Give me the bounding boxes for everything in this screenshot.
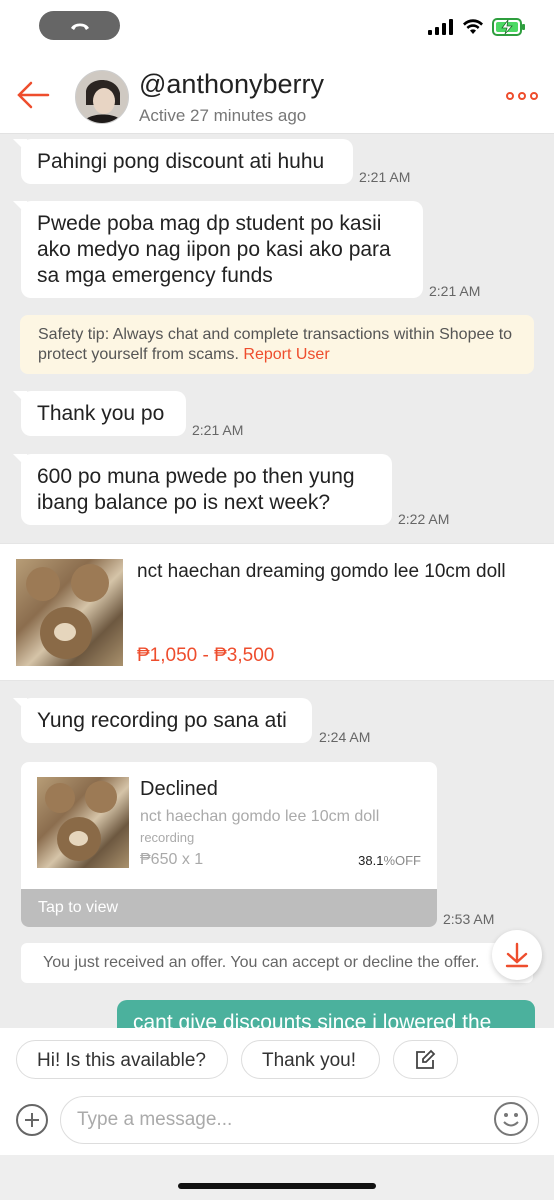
battery-charging-icon bbox=[492, 18, 525, 36]
edit-icon bbox=[416, 1049, 436, 1069]
product-image bbox=[16, 559, 123, 666]
safety-tip: Safety tip: Always chat and complete tra… bbox=[20, 315, 534, 374]
product-price: ₱1,050 - ₱3,500 bbox=[137, 645, 275, 666]
message-text: Pahingi pong discount ati huhu bbox=[37, 150, 325, 173]
status-icons bbox=[428, 18, 526, 36]
scroll-down-button[interactable] bbox=[492, 930, 542, 980]
back-arrow-icon bbox=[17, 81, 50, 109]
offer-card[interactable]: Declined nct haechan gomdo lee 10cm doll… bbox=[21, 762, 437, 927]
wifi-icon bbox=[463, 19, 483, 34]
message-text: Pwede poba mag dp student po kasii ako m… bbox=[37, 212, 391, 287]
offer-discount-suffix: %OFF bbox=[383, 853, 421, 868]
more-button[interactable] bbox=[506, 92, 538, 100]
offer-notice: You just received an offer. You can acce… bbox=[21, 943, 533, 983]
offer-product-name: nct haechan gomdo lee 10cm doll bbox=[140, 808, 380, 825]
emoji-face bbox=[503, 1113, 519, 1127]
quick-reply-thank-you[interactable]: Thank you! bbox=[241, 1040, 380, 1079]
quick-reply-available[interactable]: Hi! Is this available? bbox=[16, 1040, 228, 1079]
more-icon-dot bbox=[530, 92, 538, 100]
avatar-image bbox=[76, 71, 128, 123]
received-message[interactable]: Thank you po bbox=[13, 391, 186, 436]
call-indicator[interactable] bbox=[39, 11, 120, 40]
quick-replies-bar: Hi! Is this available? Thank you! bbox=[0, 1028, 554, 1090]
offer-discount-value: 38.1 bbox=[358, 853, 384, 868]
product-title: nct haechan dreaming gomdo lee 10cm doll bbox=[137, 561, 506, 582]
message-input-bar bbox=[0, 1090, 554, 1155]
received-message[interactable]: Pwede poba mag dp student po kasii ako m… bbox=[13, 201, 423, 298]
home-area bbox=[0, 1155, 554, 1200]
message-time: 2:22 AM bbox=[398, 511, 450, 527]
home-indicator[interactable] bbox=[178, 1183, 376, 1189]
edit-quick-replies-button[interactable] bbox=[393, 1040, 458, 1079]
plus-icon[interactable] bbox=[16, 1104, 48, 1136]
scroll-down-icon bbox=[505, 942, 529, 968]
message-input[interactable] bbox=[60, 1096, 539, 1144]
back-button[interactable] bbox=[16, 80, 50, 110]
message-time: 2:21 AM bbox=[359, 169, 411, 185]
emoji-icon[interactable] bbox=[494, 1102, 528, 1136]
message-text: 600 po muna pwede po then yung ibang bal… bbox=[37, 465, 355, 514]
message-text: Yung recording po sana ati bbox=[37, 709, 287, 732]
message-time: 2:21 AM bbox=[429, 283, 481, 299]
chat-header: @anthonyberry Active 27 minutes ago bbox=[0, 54, 554, 134]
avatar[interactable] bbox=[75, 70, 129, 124]
offer-variant: recording bbox=[140, 830, 195, 845]
more-icon-dot bbox=[518, 92, 526, 100]
received-message[interactable]: 600 po muna pwede po then yung ibang bal… bbox=[13, 454, 392, 525]
phone-icon bbox=[70, 23, 89, 30]
message-time: 2:53 AM bbox=[443, 911, 495, 927]
offer-discount: 38.1%OFF bbox=[358, 853, 421, 868]
received-message[interactable]: Pahingi pong discount ati huhu bbox=[13, 139, 353, 184]
offer-product-image bbox=[37, 777, 129, 868]
signal-icon bbox=[428, 19, 453, 35]
tap-to-view-button[interactable]: Tap to view bbox=[21, 889, 437, 927]
received-message[interactable]: Yung recording po sana ati bbox=[13, 698, 312, 743]
message-time: 2:24 AM bbox=[319, 729, 371, 745]
message-time: 2:21 AM bbox=[192, 422, 244, 438]
status-bar bbox=[0, 0, 554, 54]
report-user-link[interactable]: Report User bbox=[243, 346, 329, 363]
offer-status: Declined bbox=[140, 778, 218, 800]
active-status: Active 27 minutes ago bbox=[139, 106, 307, 125]
chat-username[interactable]: @anthonyberry bbox=[139, 69, 324, 100]
message-text: Thank you po bbox=[37, 402, 165, 425]
offer-price-qty: ₱650 x 1 bbox=[140, 851, 204, 868]
product-card[interactable]: nct haechan dreaming gomdo lee 10cm doll… bbox=[0, 543, 554, 681]
more-icon bbox=[506, 92, 514, 100]
